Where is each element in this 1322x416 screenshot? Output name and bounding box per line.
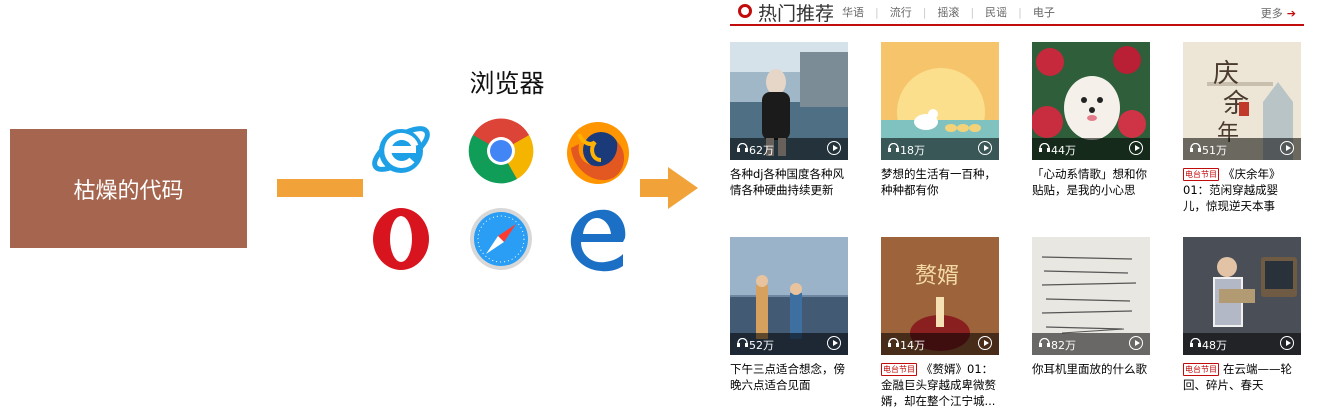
playlist-card[interactable]: 赘婿 14万电台节目 《赘婿》01：金融巨头穿越成卑微赘婿，却在整个江宁城...: [881, 237, 999, 409]
play-count: 48万: [1202, 339, 1227, 352]
play-icon[interactable]: [1129, 141, 1143, 155]
tab-liuxing[interactable]: 流行: [890, 4, 912, 20]
playlist-card[interactable]: 48万电台节目 在云端——轮回、碎片、春天: [1183, 237, 1301, 409]
playlist-cover[interactable]: 赘婿 14万: [881, 237, 999, 355]
play-count: 14万: [900, 339, 925, 352]
playlist-cover[interactable]: 庆余年 51万: [1183, 42, 1301, 160]
chrome-icon: [468, 118, 534, 184]
play-icon[interactable]: [978, 141, 992, 155]
playlist-card[interactable]: 62万各种dj各种国度各种风情各种硬曲持续更新: [730, 42, 848, 214]
cover-info-bar: 82万: [1032, 333, 1150, 355]
playlist-title[interactable]: 梦想的生活有一百种，种种都有你: [881, 167, 996, 197]
tab-minyao[interactable]: 民谣: [985, 4, 1007, 20]
playlist-description[interactable]: 你耳机里面放的什么歌: [1032, 361, 1150, 409]
more-link[interactable]: 更多 ➔: [1261, 5, 1296, 21]
play-count: 62万: [749, 144, 774, 157]
playlist-description[interactable]: 各种dj各种国度各种风情各种硬曲持续更新: [730, 166, 848, 214]
playlist-card[interactable]: 52万下午三点适合想念，傍晚六点适合见面: [730, 237, 848, 409]
playlist-title[interactable]: 下午三点适合想念，傍晚六点适合见面: [730, 362, 845, 392]
tab-yaogun[interactable]: 摇滚: [937, 4, 959, 20]
playlist-description[interactable]: 电台节目 《庆余年》01：范闲穿越成婴儿，惊现逆天本事: [1183, 166, 1301, 214]
playlist-cover[interactable]: 62万: [730, 42, 848, 160]
play-count: 44万: [1051, 144, 1076, 157]
headphone-icon: [1039, 338, 1050, 347]
svg-text:庆: 庆: [1213, 59, 1239, 89]
playlist-card[interactable]: 44万「心动系情歌」想和你贴贴，是我的小心思: [1032, 42, 1150, 214]
genre-tabs: 华语 | 流行 | 摇滚 | 民谣 | 电子: [842, 4, 1055, 20]
radio-program-badge: 电台节目: [1183, 168, 1219, 181]
firefox-icon: [565, 120, 631, 186]
playlist-cover[interactable]: 48万: [1183, 237, 1301, 355]
edge-icon: [565, 206, 631, 272]
playlist-title[interactable]: 你耳机里面放的什么歌: [1032, 362, 1147, 376]
browser-title: 浏览器: [469, 69, 545, 98]
playlist-card[interactable]: 庆余年 51万电台节目 《庆余年》01：范闲穿越成婴儿，惊现逆天本事: [1183, 42, 1301, 214]
playlist-card[interactable]: 82万你耳机里面放的什么歌: [1032, 237, 1150, 409]
play-count: 51万: [1202, 144, 1227, 157]
playlist-description[interactable]: 梦想的生活有一百种，种种都有你: [881, 166, 999, 214]
tab-huayu[interactable]: 华语: [842, 4, 864, 20]
code-label: 枯燥的代码: [73, 178, 184, 204]
record-icon: [738, 4, 752, 18]
ie-icon: [368, 116, 434, 182]
cover-info-bar: 51万: [1183, 138, 1301, 160]
hot-recommend-panel: 热门推荐 华语 | 流行 | 摇滚 | 民谣 | 电子 更多 ➔ 62万各种dj各种国度各种风情各…: [730, 0, 1304, 416]
headphone-icon: [1190, 143, 1201, 152]
headphone-icon: [888, 143, 899, 152]
play-icon[interactable]: [1280, 336, 1294, 350]
cover-info-bar: 52万: [730, 333, 848, 355]
radio-program-badge: 电台节目: [881, 363, 917, 376]
tab-dianzi[interactable]: 电子: [1033, 4, 1055, 20]
headphone-icon: [1039, 143, 1050, 152]
playlist-title[interactable]: 各种dj各种国度各种风情各种硬曲持续更新: [730, 167, 844, 197]
playlist-description[interactable]: 电台节目 在云端——轮回、碎片、春天: [1183, 361, 1301, 409]
playlist-title[interactable]: 「心动系情歌」想和你贴贴，是我的小心思: [1032, 167, 1147, 197]
cover-info-bar: 14万: [881, 333, 999, 355]
playlist-cover[interactable]: 82万: [1032, 237, 1150, 355]
safari-icon: [468, 206, 534, 272]
svg-text:赘婿: 赘婿: [915, 264, 959, 289]
play-count: 82万: [1051, 339, 1076, 352]
headphone-icon: [888, 338, 899, 347]
headphone-icon: [737, 143, 748, 152]
radio-program-badge: 电台节目: [1183, 363, 1219, 376]
playlist-description[interactable]: 下午三点适合想念，傍晚六点适合见面: [730, 361, 848, 409]
play-icon[interactable]: [1129, 336, 1143, 350]
panel-title: 热门推荐: [758, 3, 835, 25]
playlist-description[interactable]: 电台节目 《赘婿》01：金融巨头穿越成卑微赘婿，却在整个江宁城...: [881, 361, 999, 409]
cover-info-bar: 48万: [1183, 333, 1301, 355]
play-icon[interactable]: [827, 141, 841, 155]
playlist-card[interactable]: 18万梦想的生活有一百种，种种都有你: [881, 42, 999, 214]
play-icon[interactable]: [1280, 141, 1294, 155]
headphone-icon: [1190, 338, 1201, 347]
code-box: 枯燥的代码: [10, 129, 247, 248]
panel-header: 热门推荐 华语 | 流行 | 摇滚 | 民谣 | 电子 更多 ➔: [730, 0, 1304, 26]
play-icon[interactable]: [827, 336, 841, 350]
playlist-cover[interactable]: 18万: [881, 42, 999, 160]
cover-info-bar: 44万: [1032, 138, 1150, 160]
playlist-cover[interactable]: 52万: [730, 237, 848, 355]
opera-icon: [368, 206, 434, 272]
playlist-cover[interactable]: 44万: [1032, 42, 1150, 160]
arrow-right-icon: [640, 167, 700, 209]
cover-info-bar: 62万: [730, 138, 848, 160]
play-count: 18万: [900, 144, 925, 157]
play-count: 52万: [749, 339, 774, 352]
cover-info-bar: 18万: [881, 138, 999, 160]
play-icon[interactable]: [978, 336, 992, 350]
headphone-icon: [737, 338, 748, 347]
playlist-description[interactable]: 「心动系情歌」想和你贴贴，是我的小心思: [1032, 166, 1150, 214]
